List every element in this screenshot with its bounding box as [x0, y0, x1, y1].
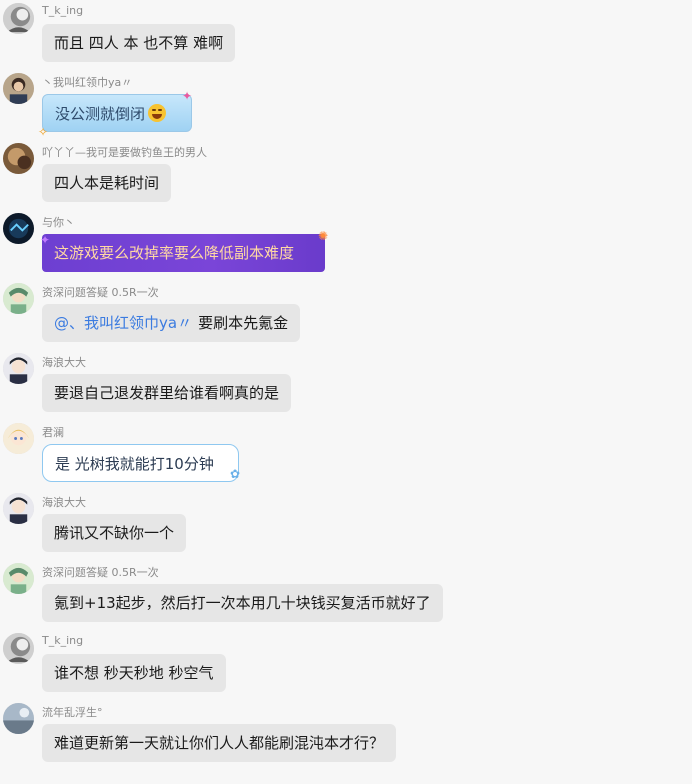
- avatar[interactable]: [3, 213, 34, 244]
- sender-name: 吖丫丫—我可是要做钓鱼王的男人: [42, 146, 207, 159]
- message-bubble: 难道更新第一天就让你们人人都能刷混沌本才行？: [42, 724, 397, 762]
- avatar[interactable]: [3, 563, 34, 594]
- message-text: 要刷本先氪金: [198, 314, 289, 332]
- chat-message: 丶我叫红领巾ya〃 没公测就倒闭 ✦ ✧: [0, 70, 692, 138]
- chat-message: 吖丫丫—我可是要做钓鱼王的男人 四人本是耗时间: [0, 140, 692, 208]
- avatar[interactable]: [3, 3, 34, 34]
- message-bubble: 这游戏要么改掉率要么降低副本难度: [42, 234, 325, 272]
- star-decoration-icon: ✧: [38, 125, 49, 139]
- sender-name: 海浪大大: [42, 356, 86, 369]
- chat-message: 资深问题答疑 0.5R一次 @、我叫红领巾ya〃 要刷本先氪金: [0, 280, 692, 348]
- sender-name: T_k_ing: [42, 4, 84, 17]
- sparkle-decoration-icon: ✿: [230, 467, 241, 481]
- sender-name: 海浪大大: [42, 496, 86, 509]
- chat-message-list[interactable]: T_k_ing 而且 四人 本 也不算 难啊 丶我叫红领巾ya〃 没公测就倒闭 …: [0, 0, 692, 784]
- message-bubble: @、我叫红领巾ya〃 要刷本先氪金: [42, 304, 301, 342]
- message-bubble: 是 光树我就能打10分钟: [42, 444, 239, 482]
- star-decoration-icon: ✦: [40, 233, 51, 247]
- message-bubble: 而且 四人 本 也不算 难啊: [42, 24, 236, 62]
- mention-link[interactable]: @、我叫红领巾ya〃: [54, 314, 192, 332]
- avatar[interactable]: [3, 73, 34, 104]
- sender-name: 资深问题答疑 0.5R一次: [42, 566, 159, 579]
- avatar[interactable]: [3, 353, 34, 384]
- chat-message: 君澜 是 光树我就能打10分钟 ✿: [0, 420, 692, 488]
- avatar[interactable]: [3, 493, 34, 524]
- chat-message: 海浪大大 腾讯又不缺你一个: [0, 490, 692, 558]
- sender-name: 资深问题答疑 0.5R一次: [42, 286, 159, 299]
- chat-message: 流年乱浮生° 难道更新第一天就让你们人人都能刷混沌本才行？: [0, 700, 692, 784]
- chat-message: 资深问题答疑 0.5R一次 氪到+13起步，然后打一次本用几十块钱买复活币就好了: [0, 560, 692, 628]
- laughing-emoji-icon: [148, 104, 167, 122]
- chat-message: T_k_ing 而且 四人 本 也不算 难啊: [0, 0, 692, 68]
- sender-name: 丶我叫红领巾ya〃: [42, 76, 133, 89]
- avatar[interactable]: [3, 423, 34, 454]
- chat-message: 与你丶 这游戏要么改掉率要么降低副本难度 ✺ ✦: [0, 210, 692, 278]
- message-bubble: 没公测就倒闭: [42, 94, 192, 132]
- message-bubble: 氪到+13起步，然后打一次本用几十块钱买复活币就好了: [42, 584, 443, 622]
- message-bubble: 谁不想 秒天秒地 秒空气: [42, 654, 226, 692]
- message-bubble: 四人本是耗时间: [42, 164, 172, 202]
- avatar[interactable]: [3, 283, 34, 314]
- avatar[interactable]: [3, 143, 34, 174]
- sparkle-decoration-icon: ✦: [182, 89, 193, 103]
- avatar[interactable]: [3, 703, 34, 734]
- avatar[interactable]: [3, 633, 34, 664]
- sender-name: 与你丶: [42, 216, 75, 229]
- sender-name: 君澜: [42, 426, 64, 439]
- message-text: 没公测就倒闭: [55, 105, 146, 123]
- sender-name: T_k_ing: [42, 634, 84, 647]
- message-bubble: 腾讯又不缺你一个: [42, 514, 187, 552]
- chat-message: T_k_ing 谁不想 秒天秒地 秒空气: [0, 630, 692, 698]
- sparkle-decoration-icon: ✺: [318, 229, 329, 243]
- sender-name: 流年乱浮生°: [42, 706, 103, 719]
- message-bubble: 要退自己退发群里给谁看啊真的是: [42, 374, 292, 412]
- chat-message: 海浪大大 要退自己退发群里给谁看啊真的是: [0, 350, 692, 418]
